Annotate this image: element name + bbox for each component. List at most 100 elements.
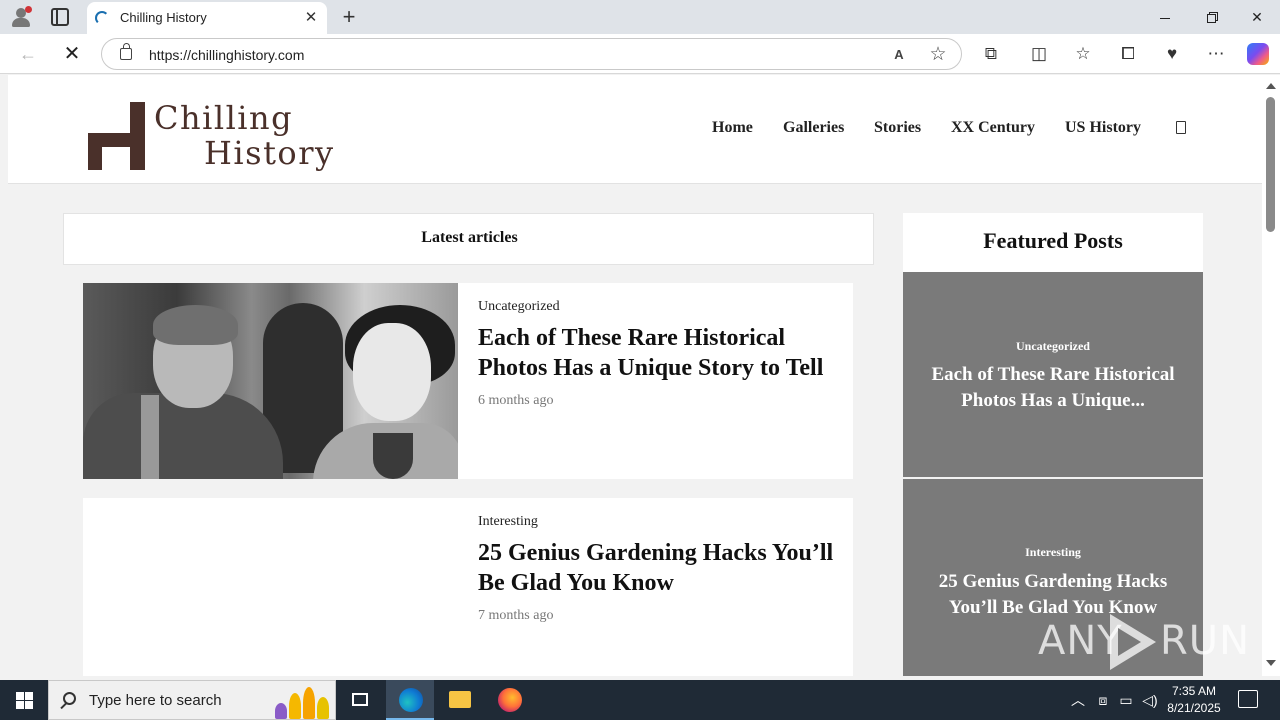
back-arrow-icon[interactable]: ← (16, 42, 40, 66)
tulip-icon (275, 703, 287, 719)
article-title[interactable]: Each of These Rare Historical Photos Has… (478, 323, 848, 383)
article-card[interactable]: Interesting 25 Genius Gardening Hacks Yo… (83, 498, 853, 676)
scroll-down-arrow-icon[interactable] (1266, 660, 1276, 666)
article-meta: Interesting 25 Genius Gardening Hacks Yo… (478, 514, 848, 624)
photo-man-hair (153, 305, 238, 345)
browser-essentials-icon[interactable]: ♥ (1160, 42, 1184, 66)
lock-icon[interactable] (120, 43, 132, 60)
windows-logo-icon (25, 701, 33, 709)
article-date: 7 months ago (478, 608, 554, 623)
tulip-icon (303, 687, 315, 719)
task-view-icon[interactable] (336, 680, 384, 720)
featured-header: Featured Posts (903, 213, 1203, 272)
article-thumbnail-placeholder[interactable] (83, 498, 458, 676)
browser-tab-bar: Chilling History ✕ + ✕ (0, 0, 1280, 34)
stop-loading-icon[interactable]: ✕ (60, 42, 84, 66)
volume-icon[interactable]: ◁) (1140, 690, 1160, 710)
featured-sidebar: Featured Posts Uncategorized Each of The… (903, 213, 1203, 676)
site-logo-line2[interactable]: History (204, 134, 335, 172)
article-category[interactable]: Interesting (478, 514, 848, 530)
notifications-icon[interactable] (1238, 690, 1258, 708)
watermark-play-inner (1118, 628, 1141, 656)
tray-app-icon[interactable]: ⧈ (1093, 690, 1113, 710)
article-title[interactable]: 25 Genius Gardening Hacks You’ll Be Glad… (478, 538, 848, 598)
photo-woman-head (353, 323, 431, 421)
more-menu-icon[interactable]: ⋯ (1204, 42, 1228, 66)
logo-crossbar (88, 133, 145, 147)
minimize-button[interactable] (1142, 0, 1188, 34)
featured-category[interactable]: Interesting (903, 545, 1203, 560)
restore-button[interactable] (1188, 0, 1234, 34)
extensions-puzzle-icon[interactable]: ⧉ (979, 42, 1003, 66)
scroll-thumb[interactable] (1266, 97, 1275, 232)
add-favorite-star-icon[interactable]: ☆ (926, 43, 950, 67)
edge-logo-icon (399, 688, 423, 712)
search-toggle-icon[interactable] (1176, 121, 1186, 134)
site-logo-line1[interactable]: Chilling (154, 99, 293, 137)
tray-overflow-chevron-icon[interactable]: ︿ (1068, 690, 1088, 710)
article-category[interactable]: Uncategorized (478, 299, 848, 315)
clock-date: 8/21/2025 (1167, 701, 1221, 715)
nav-us-history[interactable]: US History (1065, 119, 1141, 137)
new-tab-button[interactable]: + (338, 4, 360, 30)
tulips-illustration-icon (271, 685, 333, 719)
close-window-button[interactable]: ✕ (1234, 0, 1280, 34)
nav-xx-century[interactable]: XX Century (951, 119, 1035, 137)
taskbar-search-box[interactable]: Type here to search (48, 680, 336, 720)
split-screen-icon[interactable]: ◫ (1027, 42, 1051, 66)
article-card[interactable]: Uncategorized Each of These Rare Histori… (83, 283, 853, 479)
nav-galleries[interactable]: Galleries (783, 119, 844, 137)
featured-title: Featured Posts (983, 228, 1123, 253)
profile-avatar-icon[interactable] (10, 6, 32, 28)
firefox-icon[interactable] (486, 680, 534, 720)
latest-articles-title: Latest articles (421, 229, 518, 246)
address-bar[interactable]: https://chillinghistory.com A ☆ (101, 38, 962, 70)
minimize-icon (1160, 17, 1170, 19)
page-scrollbar[interactable] (1262, 75, 1280, 676)
windows-taskbar: Type here to search ︿ ⧈ ▭ ◁) 7:35 AM 8/2… (0, 680, 1280, 720)
photo-tie (141, 395, 159, 479)
collections-icon[interactable]: ⧠ (1116, 42, 1140, 66)
loading-spinner-icon (95, 11, 109, 25)
featured-category[interactable]: Uncategorized (903, 339, 1203, 354)
tab-title: Chilling History (120, 10, 207, 25)
url-text[interactable]: https://chillinghistory.com (149, 47, 304, 63)
site-header: Chilling History Home Galleries Stories … (8, 75, 1262, 184)
windows-logo-icon (16, 701, 24, 709)
task-view-glyph (352, 693, 368, 706)
tulip-icon (289, 693, 301, 719)
file-explorer-icon[interactable] (436, 680, 484, 720)
latest-articles-header: Latest articles (63, 213, 874, 265)
article-thumbnail[interactable] (83, 283, 458, 479)
network-icon[interactable]: ▭ (1116, 690, 1136, 710)
browser-toolbar: ← ✕ https://chillinghistory.com A ☆ ⧉ ◫ … (0, 34, 1280, 74)
profile-body (12, 18, 30, 27)
windows-logo-icon (25, 692, 33, 700)
start-button[interactable] (0, 680, 48, 720)
featured-card-title[interactable]: Each of These Rare Historical Photos Has… (918, 362, 1188, 414)
copilot-icon[interactable] (1247, 43, 1269, 65)
nav-home[interactable]: Home (712, 119, 753, 137)
watermark-text-right: RUN (1160, 618, 1250, 664)
clock-time: 7:35 AM (1171, 684, 1217, 698)
site-logo-mark[interactable] (88, 102, 148, 170)
scroll-up-arrow-icon[interactable] (1266, 83, 1276, 89)
firefox-logo-icon (498, 688, 522, 712)
windows-logo-icon (16, 692, 24, 700)
featured-card[interactable]: Uncategorized Each of These Rare Histori… (903, 272, 1203, 477)
taskbar-clock[interactable]: 7:35 AM 8/21/2025 (1162, 683, 1226, 717)
restore-icon (1206, 13, 1216, 23)
active-tab[interactable]: Chilling History ✕ (87, 2, 327, 34)
edge-taskbar-icon[interactable] (386, 680, 434, 720)
article-date: 6 months ago (478, 393, 554, 408)
taskbar-search-placeholder[interactable]: Type here to search (89, 692, 222, 709)
favorites-icon[interactable]: ☆ (1071, 42, 1095, 66)
tab-close-icon[interactable]: ✕ (301, 8, 321, 28)
search-icon (63, 692, 76, 705)
photo-collar (373, 433, 413, 479)
read-aloud-icon[interactable]: A (887, 43, 911, 67)
folder-icon (449, 691, 471, 708)
nav-stories[interactable]: Stories (874, 119, 921, 137)
tab-actions-icon[interactable] (51, 8, 69, 26)
article-meta: Uncategorized Each of These Rare Histori… (478, 299, 848, 409)
